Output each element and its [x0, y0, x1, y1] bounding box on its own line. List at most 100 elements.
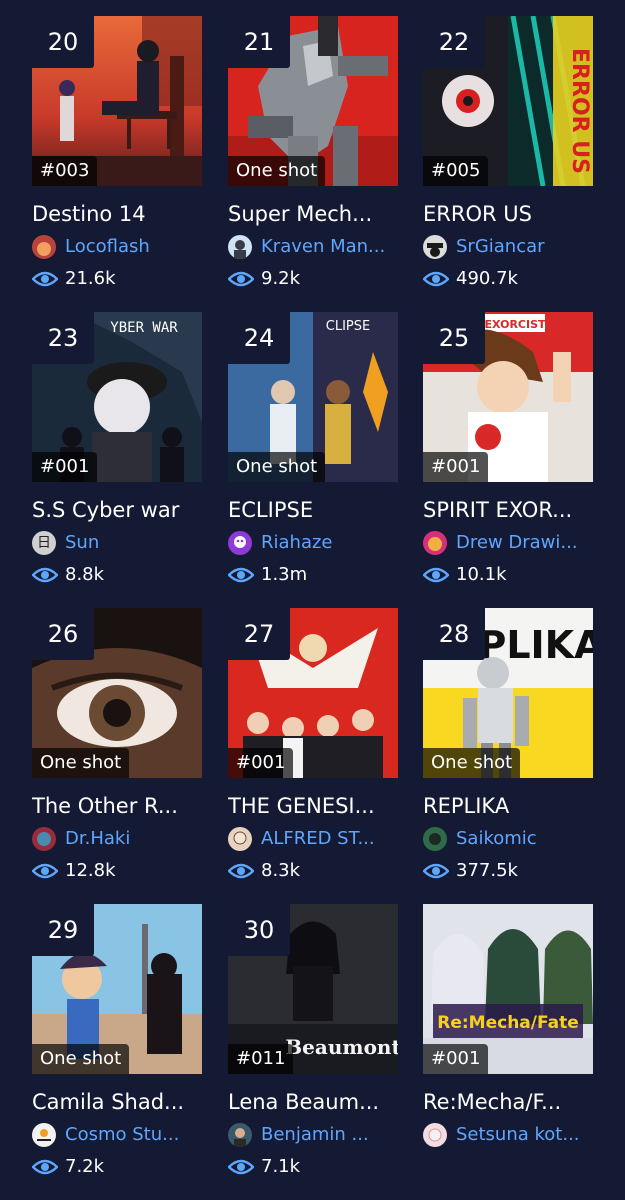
author-row[interactable]: Cosmo Stu... [32, 1122, 204, 1148]
author-avatar[interactable]: 日 [32, 531, 56, 555]
comic-title[interactable]: THE GENESI... [228, 792, 400, 820]
view-count: 21.6k [65, 268, 116, 289]
cover-image[interactable]: 21 One shot [228, 16, 398, 186]
author-avatar[interactable] [423, 531, 447, 555]
view-count: 10.1k [456, 564, 507, 585]
chapter-badge: #001 [423, 1044, 489, 1074]
views-row: 12.8k [32, 858, 204, 884]
cover-image[interactable]: ERROR US 22 #005 [423, 16, 593, 186]
author-row[interactable]: Kraven Man... [228, 234, 400, 260]
author-row[interactable]: Saikomic [423, 826, 595, 852]
author-name[interactable]: Setsuna kot... [456, 1122, 594, 1148]
cover-image[interactable]: Beaumont 30 #011 [228, 904, 398, 1074]
author-name[interactable]: SrGiancar [456, 234, 594, 260]
author-name[interactable]: Sun [65, 530, 203, 556]
comic-title[interactable]: Destino 14 [32, 200, 204, 228]
rank-number: 26 [32, 608, 94, 660]
author-row[interactable]: SrGiancar [423, 234, 595, 260]
comic-card[interactable]: EXORCIST 25 #001 SPIRIT EXOR... Drew Dra… [423, 312, 593, 602]
comic-title[interactable]: Lena Beaum... [228, 1088, 400, 1116]
comic-title[interactable]: Camila Shad... [32, 1088, 204, 1116]
cover-image[interactable]: 27 #001 [228, 608, 398, 778]
comic-card[interactable]: YBER WAR 23 #001 S.S Cyber war 日 Sun 8.8… [32, 312, 202, 602]
author-row[interactable]: Riahaze [228, 530, 400, 556]
cover-title-text: YBER WAR [110, 320, 178, 336]
author-avatar[interactable] [228, 1123, 252, 1147]
rank-number: 27 [228, 608, 290, 660]
comic-card[interactable]: CLIPSE 24 One shot ECLIPSE Riahaze 1.3m [228, 312, 398, 602]
author-name[interactable]: Cosmo Stu... [65, 1122, 203, 1148]
author-avatar[interactable] [32, 235, 56, 259]
cover-image[interactable]: CLIPSE 24 One shot [228, 312, 398, 482]
cover-title-text: Beaumont [285, 1035, 398, 1059]
rank-number: 25 [423, 312, 485, 364]
author-name[interactable]: Riahaze [261, 530, 399, 556]
cover-image[interactable]: Re:Mecha/Fate #001 [423, 904, 593, 1074]
author-name[interactable]: Dr.Haki [65, 826, 203, 852]
cover-image[interactable]: 20 #003 [32, 16, 202, 186]
views-row: 8.8k [32, 562, 204, 588]
comic-title[interactable]: REPLIKA [423, 792, 595, 820]
author-avatar[interactable] [32, 827, 56, 851]
comic-card[interactable]: PLIKA 28 One shot REPLIKA Saikomic 377.5… [423, 608, 593, 898]
view-count: 7.2k [65, 1156, 105, 1177]
comic-title[interactable]: ERROR US [423, 200, 595, 228]
author-avatar[interactable] [423, 235, 447, 259]
views-row: 9.2k [228, 266, 400, 292]
author-name[interactable]: Kraven Man... [261, 234, 399, 260]
comic-card[interactable]: ERROR US 22 #005 ERROR US SrGiancar 490.… [423, 16, 593, 306]
eye-icon [32, 1159, 58, 1175]
chapter-badge: #005 [423, 156, 489, 186]
comic-title[interactable]: SPIRIT EXOR... [423, 496, 595, 524]
cover-image[interactable]: YBER WAR 23 #001 [32, 312, 202, 482]
rank-number: 30 [228, 904, 290, 956]
author-row[interactable]: Setsuna kot... [423, 1122, 595, 1148]
comic-card[interactable]: 29 One shot Camila Shad... Cosmo Stu... … [32, 904, 202, 1194]
chapter-badge: One shot [32, 1044, 130, 1074]
comic-card[interactable]: 21 One shot Super Mech... Kraven Man... … [228, 16, 398, 306]
comic-title[interactable]: Super Mech... [228, 200, 400, 228]
eye-icon [423, 567, 449, 583]
author-name[interactable]: Drew Drawi... [456, 530, 594, 556]
cover-image[interactable]: 26 One shot [32, 608, 202, 778]
rank-number: 23 [32, 312, 94, 364]
comic-title[interactable]: S.S Cyber war [32, 496, 204, 524]
author-row[interactable]: ALFRED ST... [228, 826, 400, 852]
views-row: 377.5k [423, 858, 595, 884]
author-name[interactable]: Locoflash [65, 234, 203, 260]
comic-card[interactable]: Re:Mecha/Fate #001 Re:Mecha/F... Setsuna… [423, 904, 593, 1194]
rank-number: 29 [32, 904, 94, 956]
cover-title-text: EXORCIST [484, 318, 546, 331]
author-name[interactable]: Benjamin ... [261, 1122, 399, 1148]
author-avatar[interactable] [228, 235, 252, 259]
author-row[interactable]: Drew Drawi... [423, 530, 595, 556]
comic-title[interactable]: Re:Mecha/F... [423, 1088, 595, 1116]
chapter-badge: #001 [423, 452, 489, 482]
author-avatar[interactable] [423, 827, 447, 851]
author-name[interactable]: ALFRED ST... [261, 826, 399, 852]
author-avatar[interactable] [32, 1123, 56, 1147]
comic-card[interactable]: 27 #001 THE GENESI... ALFRED ST... 8.3k [228, 608, 398, 898]
eye-icon [32, 863, 58, 879]
comic-card[interactable]: 20 #003 Destino 14 Locoflash 21.6k [32, 16, 202, 306]
view-count: 8.8k [65, 564, 105, 585]
eye-icon [228, 863, 254, 879]
author-row[interactable]: 日 Sun [32, 530, 204, 556]
comic-title[interactable]: ECLIPSE [228, 496, 400, 524]
comic-card[interactable]: Beaumont 30 #011 Lena Beaum... Benjamin … [228, 904, 398, 1194]
author-avatar[interactable] [228, 827, 252, 851]
views-row: 21.6k [32, 266, 204, 292]
comic-card[interactable]: 26 One shot The Other R... Dr.Haki 12.8k [32, 608, 202, 898]
comic-title[interactable]: The Other R... [32, 792, 204, 820]
cover-image[interactable]: 29 One shot [32, 904, 202, 1074]
author-avatar[interactable] [228, 531, 252, 555]
author-row[interactable]: Dr.Haki [32, 826, 204, 852]
author-avatar[interactable] [423, 1123, 447, 1147]
chapter-badge: #001 [32, 452, 98, 482]
author-row[interactable]: Locoflash [32, 234, 204, 260]
views-row: 8.3k [228, 858, 400, 884]
cover-image[interactable]: EXORCIST 25 #001 [423, 312, 593, 482]
author-row[interactable]: Benjamin ... [228, 1122, 400, 1148]
cover-image[interactable]: PLIKA 28 One shot [423, 608, 593, 778]
author-name[interactable]: Saikomic [456, 826, 594, 852]
